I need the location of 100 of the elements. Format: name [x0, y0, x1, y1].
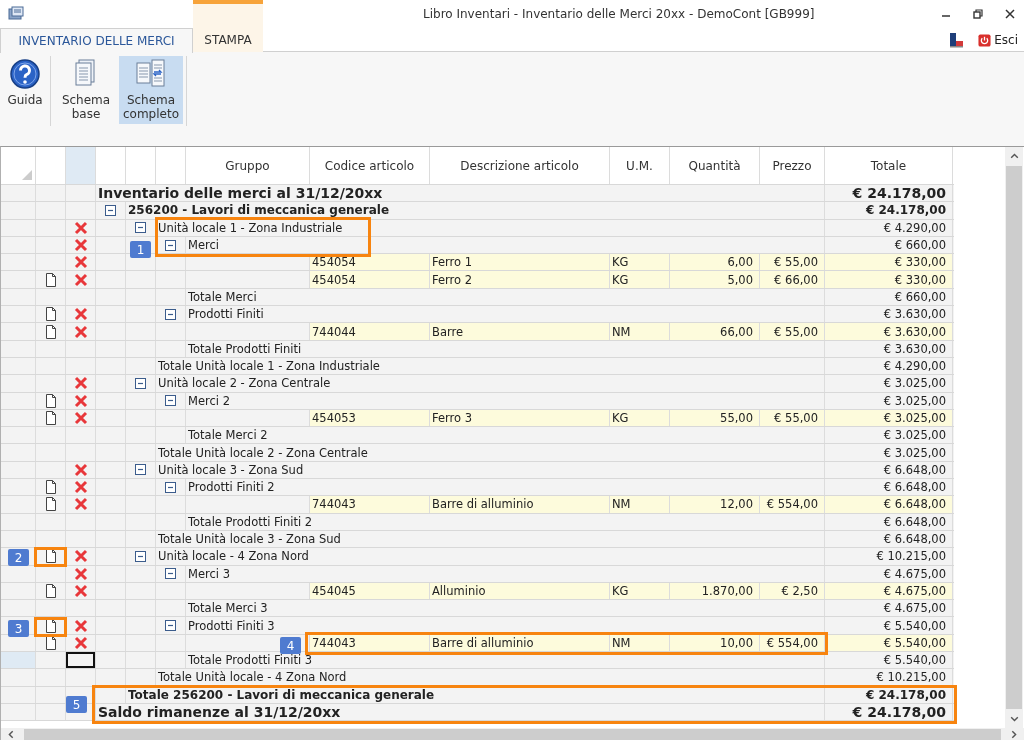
total-cell: € 3.630,00 [825, 306, 953, 323]
delete-icon[interactable] [73, 238, 88, 253]
document-icon[interactable] [44, 618, 57, 633]
column-header[interactable]: U.M. [610, 147, 670, 184]
table-cell: € 330,00 [825, 271, 953, 288]
table-cell: 12,00 [670, 496, 760, 513]
delete-icon[interactable] [73, 462, 88, 477]
table-cell: 744043 [310, 496, 430, 513]
callout-badge: 3 [8, 620, 29, 637]
close-icon[interactable] [1004, 8, 1016, 20]
total-cell: € 6.648,00 [825, 479, 953, 496]
callout-badge: 1 [130, 241, 151, 258]
delete-icon[interactable] [73, 566, 88, 581]
document-icon[interactable] [44, 272, 57, 287]
table-cell: 744044 [310, 323, 430, 340]
column-header[interactable]: Totale [825, 147, 953, 184]
table-cell: Ferro 1 [430, 254, 610, 271]
ribbon-button[interactable]: Schema completo [119, 56, 183, 124]
scroll-left-icon[interactable] [5, 728, 16, 740]
document-icon[interactable] [44, 411, 57, 425]
collapse-icon[interactable] [135, 464, 146, 476]
total-cell: € 10.215,00 [825, 669, 953, 686]
row-label: Totale Unità locale - 4 Zona Nord [156, 669, 825, 686]
delete-icon[interactable] [73, 480, 88, 495]
scroll-up-icon[interactable] [1008, 150, 1020, 161]
row-label: Totale Merci 3 [186, 600, 825, 617]
total-cell: € 24.178,00 [825, 703, 953, 721]
row-label: Saldo rimanenze al 31/12/20xx [96, 703, 825, 721]
delete-icon[interactable] [73, 272, 88, 287]
delete-icon[interactable] [73, 324, 88, 339]
collapse-icon[interactable] [135, 222, 146, 234]
collapse-icon[interactable] [135, 550, 146, 562]
column-header[interactable]: Gruppo [186, 147, 310, 184]
row-label: Unità locale - 4 Zona Nord [156, 548, 825, 565]
collapse-icon[interactable] [135, 377, 146, 389]
ribbon-button[interactable]: Schema base [54, 56, 118, 124]
delete-icon[interactable] [73, 583, 88, 598]
row-label: Totale Merci [186, 288, 825, 306]
column-header[interactable]: Descrizione articolo [430, 147, 610, 184]
window-title: Libro Inventari - Inventario delle Merci 20xx - DemoCont [GB999] [423, 7, 815, 21]
scrollbar[interactable] [1005, 147, 1023, 728]
document-icon[interactable] [44, 583, 57, 598]
total-cell: € 4.675,00 [825, 600, 953, 617]
collapse-icon[interactable] [165, 395, 176, 407]
table-cell: Ferro 2 [430, 271, 610, 288]
delete-icon[interactable] [73, 497, 88, 512]
document-icon[interactable] [44, 549, 57, 564]
collapse-icon[interactable] [165, 308, 176, 320]
row-label: Inventario delle merci al 31/12/20xx [96, 185, 825, 202]
collapse-icon[interactable] [105, 204, 116, 216]
scroll-down-icon[interactable] [1008, 714, 1020, 725]
delete-icon[interactable] [73, 307, 88, 322]
document-icon[interactable] [44, 324, 57, 339]
column-header[interactable]: Codice articolo [310, 147, 430, 184]
delete-icon[interactable] [73, 618, 88, 633]
row-label: Prodotti Finiti [186, 306, 825, 323]
document-icon[interactable] [44, 480, 57, 495]
row-label: Totale Prodotti Finiti 2 [186, 513, 825, 530]
collapse-icon[interactable] [165, 481, 176, 493]
ribbon-button[interactable]: Guida [3, 56, 47, 124]
total-cell: € 4.290,00 [825, 357, 953, 375]
total-cell: € 6.648,00 [825, 513, 953, 530]
delete-icon[interactable] [73, 411, 88, 425]
column-header[interactable]: Quantità [670, 147, 760, 184]
delete-icon[interactable] [73, 393, 88, 408]
collapse-icon[interactable] [165, 568, 176, 580]
total-cell: € 10.215,00 [825, 548, 953, 565]
restore-icon[interactable] [972, 8, 984, 20]
table-cell: € 330,00 [825, 254, 953, 271]
row-label: Totale Prodotti Finiti [186, 340, 825, 357]
exit-button[interactable]: Esci [976, 31, 1020, 49]
delete-icon[interactable] [73, 635, 88, 650]
delete-icon[interactable] [73, 376, 88, 391]
ribbon-tab[interactable]: INVENTARIO DELLE MERCI [0, 28, 193, 53]
total-cell: € 660,00 [825, 236, 953, 254]
collapse-icon[interactable] [165, 239, 176, 251]
document-icon[interactable] [44, 497, 57, 512]
callout-badge: 4 [280, 637, 301, 654]
cell-cursor[interactable] [66, 652, 95, 669]
scroll-thumb[interactable] [1006, 166, 1022, 709]
document-icon[interactable] [44, 393, 57, 408]
delete-icon[interactable] [73, 255, 88, 270]
row-label: Merci [186, 236, 825, 254]
row-label: Totale Merci 2 [186, 427, 825, 444]
collapse-icon[interactable] [165, 620, 176, 632]
document-icon[interactable] [44, 307, 57, 322]
total-cell: € 6.648,00 [825, 461, 953, 479]
table-cell: NM [610, 496, 670, 513]
flag-icon[interactable] [948, 32, 965, 48]
highlight-box [34, 617, 67, 637]
callout-badge: 5 [66, 696, 87, 713]
document-icon[interactable] [44, 635, 57, 650]
table-cell: € 6.648,00 [825, 496, 953, 513]
scroll-right-icon[interactable] [1009, 728, 1020, 740]
delete-icon[interactable] [73, 220, 88, 235]
delete-icon[interactable] [73, 549, 88, 564]
ribbon-tab[interactable]: STAMPA [193, 0, 263, 52]
table-cell: € 55,00 [760, 323, 825, 340]
column-header[interactable]: Prezzo [760, 147, 825, 184]
callout-badge: 2 [8, 549, 29, 566]
